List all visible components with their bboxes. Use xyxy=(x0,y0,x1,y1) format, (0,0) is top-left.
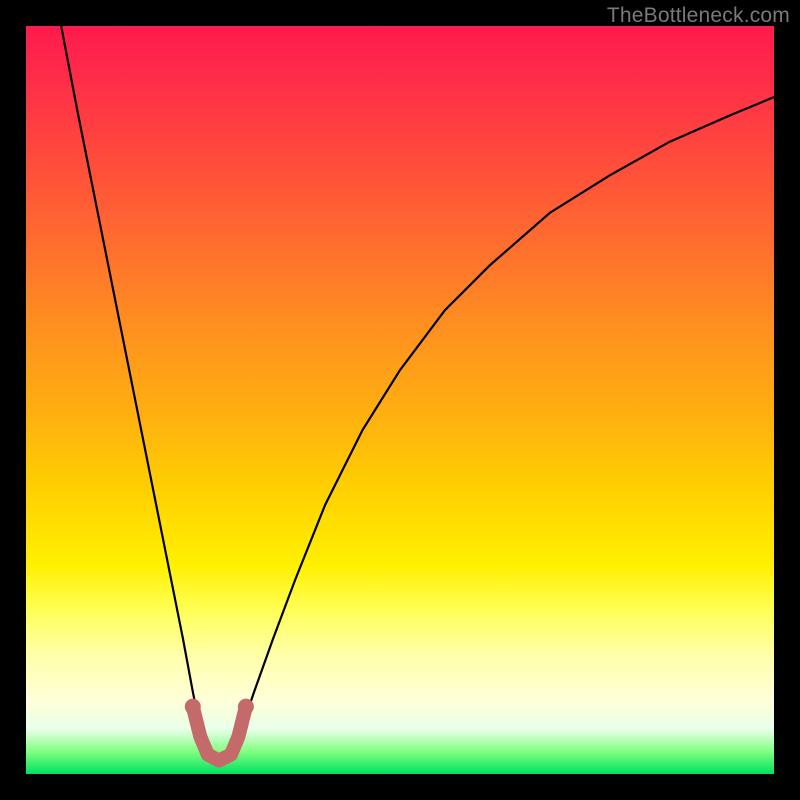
valley-nub xyxy=(193,707,246,761)
nub-endpoint-right xyxy=(238,699,254,715)
bottleneck-curve xyxy=(26,26,774,774)
curve-right-branch xyxy=(231,97,774,754)
nub-endpoint-left xyxy=(185,699,201,715)
curve-left-branch xyxy=(61,26,208,755)
plot-frame xyxy=(26,26,774,774)
watermark-text: TheBottleneck.com xyxy=(607,4,790,28)
